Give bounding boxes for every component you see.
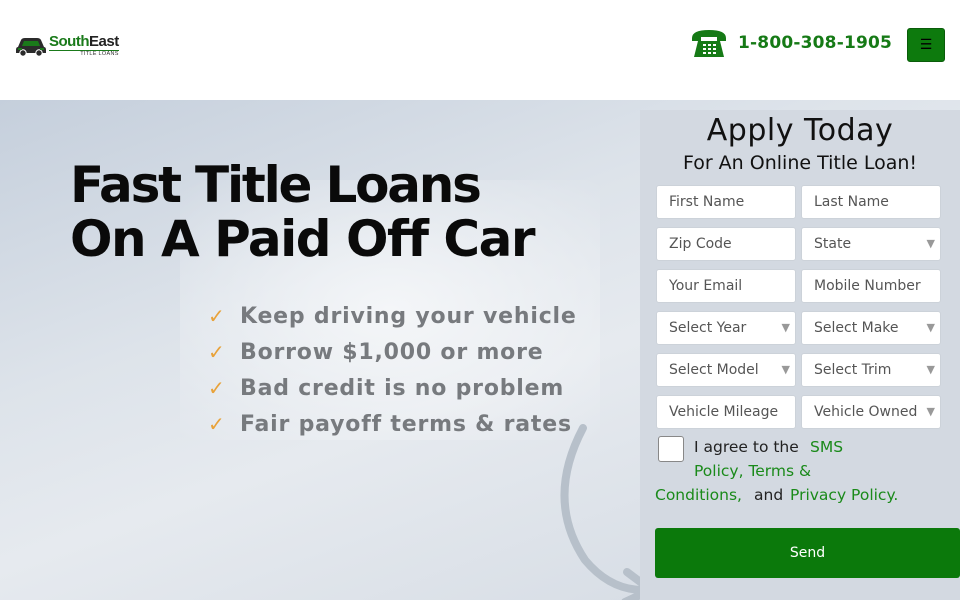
model-select[interactable]: Select Model: [656, 353, 796, 387]
agree-prefix-text: I agree to the: [694, 438, 799, 456]
logo[interactable]: SouthEast TITLE LOANS: [15, 33, 119, 59]
form-title: Apply Today: [706, 113, 894, 148]
benefit-text: Bad credit is no problem: [240, 375, 565, 401]
vehicle-owned-select[interactable]: Vehicle Owned: [801, 395, 941, 429]
benefits-list: ✓ Keep driving your vehicle ✓ Borrow $1,00…: [208, 298, 577, 442]
state-select[interactable]: State: [801, 227, 941, 261]
checkmark-icon: ✓: [208, 304, 225, 328]
list-item: ✓ Borrow $1,000 or more: [208, 334, 577, 370]
terms-link[interactable]: Policy, Terms &: [694, 462, 811, 480]
first-name-input[interactable]: First Name: [656, 185, 796, 219]
and-text: and: [754, 486, 784, 504]
logo-text-east: East: [89, 33, 119, 51]
form-subtitle: For An Online Title Loan!: [682, 152, 918, 174]
hero-headline: Fast Title Loans On A Paid Off Car: [70, 156, 536, 268]
list-item: ✓ Bad credit is no problem: [208, 370, 577, 406]
agree-checkbox[interactable]: [658, 436, 684, 462]
sms-policy-link[interactable]: SMS: [810, 438, 843, 456]
list-item: ✓ Fair payoff terms & rates: [208, 406, 577, 442]
car-logo-icon: [16, 38, 46, 57]
benefit-text: Keep driving your vehicle: [240, 303, 577, 329]
year-select[interactable]: Select Year: [656, 311, 796, 345]
checkmark-icon: ✓: [208, 412, 225, 436]
vehicle-mileage-input[interactable]: Vehicle Mileage: [656, 395, 796, 429]
benefit-text: Fair payoff terms & rates: [240, 411, 572, 437]
make-select[interactable]: Select Make: [801, 311, 941, 345]
mobile-number-input[interactable]: Mobile Number: [801, 269, 941, 303]
menu-button[interactable]: ☰: [907, 28, 945, 62]
telephone-icon[interactable]: [690, 27, 728, 59]
privacy-policy-link[interactable]: Privacy Policy.: [790, 486, 898, 504]
list-item: ✓ Keep driving your vehicle: [208, 298, 577, 334]
logo-text-south: South: [49, 33, 90, 51]
send-button[interactable]: Send: [655, 528, 960, 578]
benefit-text: Borrow $1,000 or more: [240, 339, 544, 365]
email-input[interactable]: Your Email: [656, 269, 796, 303]
trim-select[interactable]: Select Trim: [801, 353, 941, 387]
headline-line-2: On A Paid Off Car: [70, 210, 536, 268]
headline-line-1: Fast Title Loans: [70, 156, 482, 214]
conditions-link[interactable]: Conditions,: [655, 486, 742, 504]
checkmark-icon: ✓: [208, 376, 225, 400]
hamburger-menu-icon: ☰: [919, 37, 933, 53]
phone-number-link[interactable]: 1-800-308-1905: [738, 33, 892, 53]
logo-subtitle: TITLE LOANS: [49, 50, 119, 58]
checkmark-icon: ✓: [208, 340, 225, 364]
site-header: SouthEast TITLE LOANS 1-800-308-1905 ☰: [0, 0, 960, 100]
last-name-input[interactable]: Last Name: [801, 185, 941, 219]
zip-code-input[interactable]: Zip Code: [656, 227, 796, 261]
